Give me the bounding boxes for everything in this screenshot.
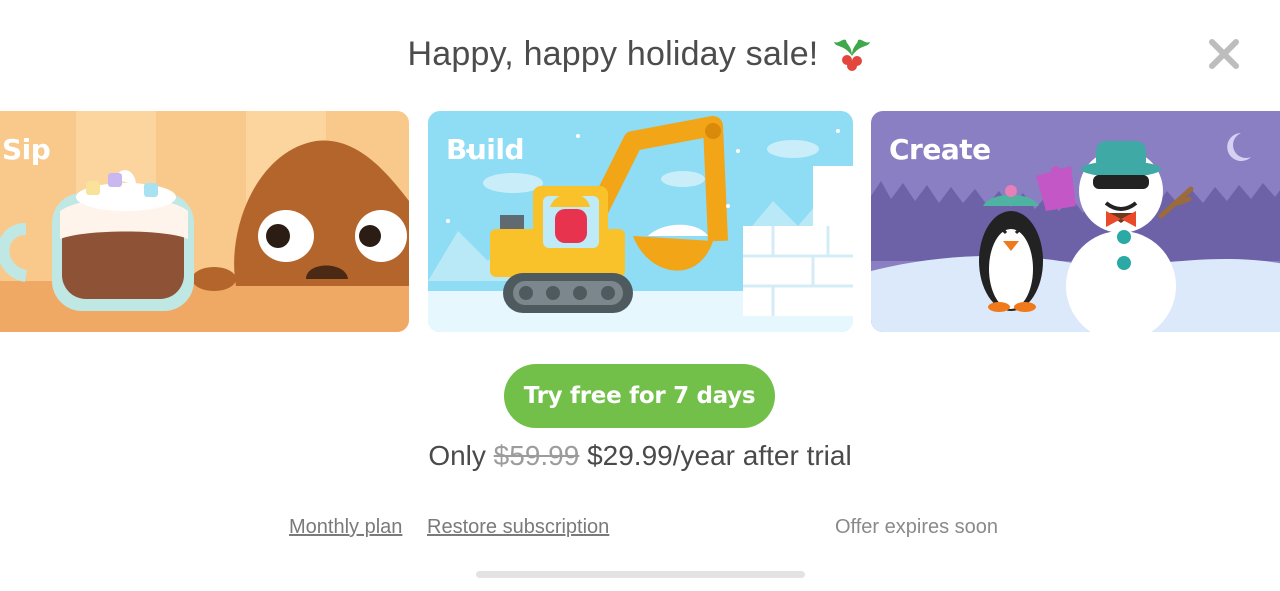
try-free-button[interactable]: Try free for 7 days bbox=[504, 364, 775, 428]
hot-cocoa-illustration bbox=[0, 111, 409, 332]
card-build[interactable]: Build bbox=[428, 111, 853, 332]
card-create[interactable]: Create bbox=[871, 111, 1280, 332]
card-label: Build bbox=[446, 133, 525, 166]
page-title: Happy, happy holiday sale! bbox=[407, 34, 819, 73]
offer-expires-text: Offer expires soon bbox=[835, 516, 999, 538]
close-icon bbox=[1209, 39, 1239, 69]
sale-price: $29.99/year after trial bbox=[587, 440, 852, 471]
original-price: $59.99 bbox=[493, 440, 580, 471]
card-label: Sip bbox=[2, 133, 51, 166]
holly-icon bbox=[832, 34, 872, 74]
close-button[interactable] bbox=[1206, 36, 1242, 72]
pricing-text: Only $59.99 $29.99/year after trial bbox=[0, 440, 1280, 472]
home-indicator bbox=[476, 571, 805, 578]
monthly-plan-link[interactable]: Monthly plan bbox=[289, 516, 402, 539]
price-prefix: Only bbox=[428, 440, 486, 471]
restore-subscription-link[interactable]: Restore subscription bbox=[427, 516, 609, 539]
card-sip[interactable]: Sip bbox=[0, 111, 409, 332]
card-label: Create bbox=[889, 133, 991, 166]
header: Happy, happy holiday sale! bbox=[0, 28, 1280, 80]
